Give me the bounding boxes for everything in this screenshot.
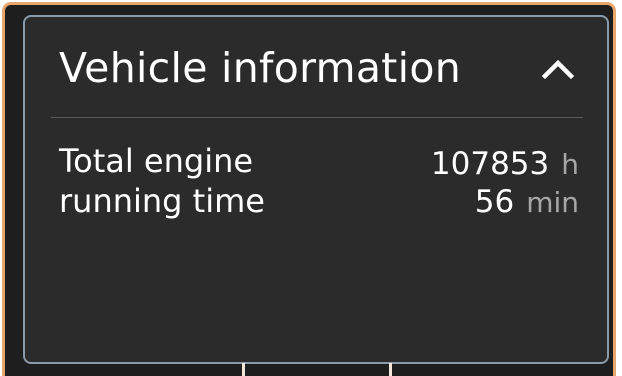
label-line-1: Total engine <box>59 142 254 180</box>
card-title: Vehicle information <box>59 44 461 92</box>
label-line-2: running time <box>59 182 265 220</box>
minutes-value: 56 <box>474 184 515 220</box>
frame-tick-mark-left <box>242 363 245 376</box>
card-header[interactable]: Vehicle information <box>25 17 607 117</box>
engine-running-time-values: 107853 h 56 min <box>431 145 579 221</box>
minutes-row: 56 min <box>431 183 579 221</box>
hours-value: 107853 <box>430 146 550 182</box>
vehicle-information-card: Vehicle information Total engine running… <box>23 15 609 364</box>
header-divider <box>51 117 583 118</box>
engine-running-time-label: Total engine running time <box>59 141 265 221</box>
hours-unit: h <box>561 148 579 181</box>
frame-tick-mark-right <box>389 363 392 376</box>
minutes-unit: min <box>526 186 579 219</box>
chevron-up-icon[interactable] <box>540 57 576 81</box>
hours-row: 107853 h <box>431 145 579 183</box>
